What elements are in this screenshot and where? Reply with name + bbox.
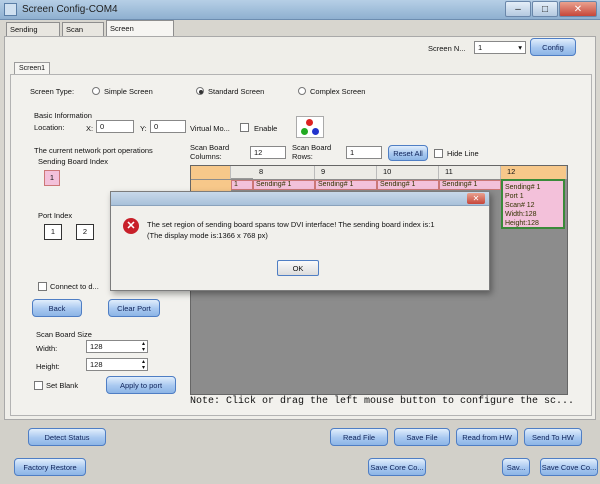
network-port-heading: The current network port operations	[34, 146, 153, 155]
connect-checkbox[interactable]	[38, 282, 47, 291]
port-index-label: Port Index	[38, 211, 73, 220]
cell-line: Height:128	[505, 220, 539, 227]
send-to-hw-button[interactable]: Send To HW	[524, 428, 582, 446]
complex-screen-label: Complex Screen	[310, 87, 366, 96]
grid-cell[interactable]: Sending# 1	[253, 180, 315, 190]
config-button[interactable]: Config	[530, 38, 576, 56]
grid-col-header: 12	[501, 166, 567, 179]
blue-dot-icon	[312, 128, 319, 135]
set-blank-checkbox[interactable]	[34, 381, 43, 390]
grid-col-header: 11	[439, 166, 501, 179]
factory-restore-button[interactable]: Factory Restore	[14, 458, 86, 476]
dialog-message-line1: The set region of sending board spans to…	[147, 220, 435, 229]
spinner-arrows-icon: ▴ ▾	[141, 341, 145, 353]
connect-label: Connect to d...	[50, 282, 99, 291]
reset-all-button[interactable]: Reset All	[388, 145, 428, 161]
port-1-cell[interactable]: 1	[44, 224, 62, 240]
window-title: Screen Config-COM4	[22, 4, 118, 15]
read-from-hw-button[interactable]: Read from HW	[456, 428, 518, 446]
enable-label: Enable	[254, 124, 278, 133]
maximize-button[interactable]: □	[532, 1, 558, 17]
tab-screen1[interactable]: Screen1	[14, 62, 51, 74]
grid-cell[interactable]: Sending# 1	[315, 180, 377, 190]
virtual-mode-label: Virtual Mo...	[190, 124, 230, 133]
close-button[interactable]: ✕	[559, 1, 597, 17]
hide-line-checkbox[interactable]	[434, 149, 443, 158]
cell-line: Port 1	[505, 193, 524, 200]
radio-complex-screen[interactable]	[298, 87, 306, 95]
title-bar: Screen Config-COM4 – □ ✕	[0, 0, 600, 20]
radio-standard-screen[interactable]	[196, 87, 204, 95]
apply-to-port-button[interactable]: Apply to port	[106, 376, 176, 394]
scan-board-columns-label: Scan Board Columns:	[190, 143, 230, 161]
green-dot-icon	[301, 128, 308, 135]
error-icon: ✕	[123, 218, 139, 234]
set-blank-label: Set Blank	[46, 381, 79, 390]
width-value: 128	[90, 342, 103, 351]
grid-cell-selected[interactable]: Sending# 1 Port 1 Scan# 12 Width:128 Hei…	[501, 179, 565, 229]
dialog-close-button[interactable]: ✕	[467, 193, 485, 204]
grid-note: Note: Click or drag the left mouse butto…	[190, 396, 575, 407]
save-file-button[interactable]: Save File	[394, 428, 450, 446]
screen-type-label: Screen Type:	[30, 87, 75, 96]
save-button[interactable]: Sav...	[502, 458, 530, 476]
screen-number-label: Screen N...	[428, 44, 466, 53]
chevron-down-icon: ▾	[518, 43, 522, 52]
virtual-mode-rgb-icon[interactable]	[296, 116, 324, 138]
cell-line: Sending# 1	[505, 184, 541, 191]
tab-screen-connection[interactable]: Screen Connection	[106, 20, 174, 48]
grid-header-corner	[191, 166, 231, 179]
rows-input[interactable]: 1	[346, 146, 382, 159]
error-dialog: ✕ ✕ The set region of sending board span…	[110, 191, 490, 291]
app-icon	[4, 3, 17, 16]
height-value: 128	[90, 360, 103, 369]
sending-board-index-cell[interactable]: 1	[44, 170, 60, 186]
grid-cell[interactable]: Sending# 1	[439, 180, 501, 190]
tab-sending-board[interactable]: Sending Board	[6, 22, 60, 47]
grid-col-header: 9	[315, 166, 377, 179]
minimize-button[interactable]: –	[505, 1, 531, 17]
tab-scan-board[interactable]: Scan Board	[62, 22, 104, 47]
dialog-title-bar: ✕	[111, 192, 489, 206]
detect-status-button[interactable]: Detect Status	[28, 428, 106, 446]
cell-line: Scan# 12	[505, 202, 535, 209]
grid-cell[interactable]: Sending# 1	[377, 180, 439, 190]
x-label: X:	[86, 124, 94, 133]
cell-line: Width:128	[505, 211, 537, 218]
port-2-cell[interactable]: 2	[76, 224, 94, 240]
spinner-arrows-icon: ▴ ▾	[141, 359, 145, 371]
y-label: Y:	[140, 124, 147, 133]
grid-col-header: 10	[377, 166, 439, 179]
standard-screen-label: Standard Screen	[208, 87, 265, 96]
height-label: Height:	[36, 362, 60, 371]
hide-line-label: Hide Line	[447, 149, 479, 158]
basic-info-heading: Basic Information	[34, 111, 92, 120]
clear-port-button[interactable]: Clear Port	[108, 299, 160, 317]
screen-number-select[interactable]: 1 ▾	[474, 41, 526, 54]
grid-col-header: 8	[253, 166, 315, 179]
simple-screen-label: Simple Screen	[104, 87, 153, 96]
location-y-input[interactable]: 0	[150, 120, 186, 133]
virtual-enable-checkbox[interactable]	[240, 123, 249, 132]
width-spinner[interactable]: 128 ▴ ▾	[86, 340, 148, 353]
read-file-button[interactable]: Read File	[330, 428, 388, 446]
height-spinner[interactable]: 128 ▴ ▾	[86, 358, 148, 371]
sending-board-index-label: Sending Board Index	[38, 157, 109, 166]
dialog-ok-button[interactable]: OK	[277, 260, 319, 276]
scan-board-rows-label: Scan Board Rows:	[292, 143, 332, 161]
width-label: Width:	[36, 344, 58, 353]
back-button[interactable]: Back	[32, 299, 82, 317]
screen-number-value: 1	[478, 43, 483, 52]
columns-input[interactable]: 12	[250, 146, 286, 159]
dialog-message-line2: (The display mode is:1366 x 768 px)	[147, 231, 268, 240]
red-dot-icon	[306, 119, 313, 126]
location-label: Location:	[34, 123, 65, 132]
save-cove-config-button[interactable]: Save Cove Co...	[540, 458, 598, 476]
location-x-input[interactable]: 0	[96, 120, 134, 133]
grid-cell[interactable]: 1	[231, 180, 253, 190]
scan-board-size-heading: Scan Board Size	[36, 330, 92, 339]
radio-simple-screen[interactable]	[92, 87, 100, 95]
save-core-config-button[interactable]: Save Core Co...	[368, 458, 426, 476]
